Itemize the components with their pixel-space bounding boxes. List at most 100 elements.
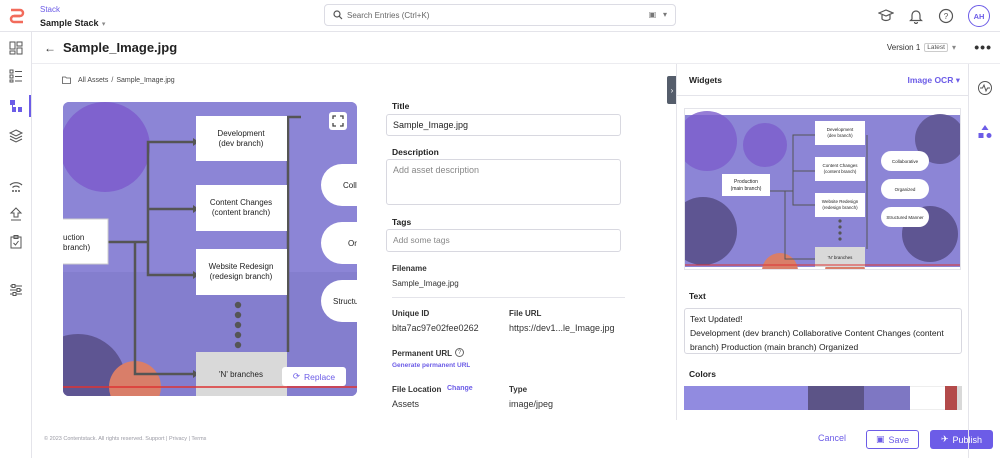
color-palette (684, 386, 962, 410)
ocr-node-development-1: Development (827, 127, 854, 132)
type-value: image/jpeg (509, 399, 554, 409)
uid-label: Unique ID (392, 309, 430, 318)
node-development-2: (dev branch) (219, 139, 264, 148)
wifi-icon[interactable] (8, 178, 24, 194)
avatar[interactable]: AH (968, 5, 990, 27)
filename-value: Sample_Image.jpg (392, 279, 459, 288)
learning-icon[interactable] (878, 8, 894, 24)
node-collab: Coll (343, 181, 357, 190)
layers-icon[interactable] (8, 128, 24, 144)
node-structured: Structu (333, 297, 357, 306)
refresh-icon: ⟳ (292, 371, 300, 381)
chevron-down-icon: ▾ (951, 43, 956, 52)
latest-badge: Latest (924, 43, 948, 52)
save-button[interactable]: ▣ Save (866, 430, 919, 449)
stack-label: Stack (40, 5, 61, 14)
chevron-down-icon[interactable]: ▾ (663, 10, 667, 19)
ocr-node-production-1: Production (734, 179, 758, 185)
stack-selector[interactable]: Stack Sample Stack ▾ (40, 4, 105, 31)
generate-permanent-url-link[interactable]: Generate permanent URL (392, 362, 470, 369)
breadcrumb-root[interactable]: All Assets (78, 77, 108, 84)
help-circle-icon[interactable]: ? (455, 348, 464, 357)
color-swatch[interactable] (945, 386, 957, 410)
footer-text: © 2023 Contentstack. All rights reserved… (44, 436, 207, 442)
ocr-text-line2: Development (dev branch) Collaborative C… (690, 328, 944, 352)
ocr-node-nbranches: 'N' branches (828, 255, 853, 260)
search-input[interactable]: Search Entries (Ctrl+K) ▣ ▾ (324, 4, 676, 26)
asset-header: ← Sample_Image.jpg Version 1 Latest ▾ ••… (32, 32, 1000, 64)
ocr-node-production-2: (main branch) (731, 186, 762, 192)
chevron-right-icon: › (670, 85, 674, 95)
logo-icon[interactable] (8, 6, 26, 26)
dashboard-icon[interactable] (8, 40, 24, 56)
color-swatch[interactable] (910, 386, 945, 410)
change-location-link[interactable]: Change (447, 385, 473, 392)
title-field[interactable]: Sample_Image.jpg (386, 114, 621, 136)
title-label: Title (392, 101, 410, 111)
version-selector[interactable]: Version 1 Latest ▾ (887, 43, 956, 52)
active-indicator (29, 95, 31, 117)
version-label: Version 1 (886, 43, 921, 52)
right-rail (968, 64, 1000, 458)
calendar-icon[interactable]: ▣ (649, 10, 657, 19)
list-icon[interactable] (8, 68, 24, 84)
ocr-node-content-1: Content Changes (822, 163, 858, 168)
expand-icon[interactable] (329, 112, 347, 130)
ocr-node-organized: Organized (895, 187, 916, 192)
ocr-node-website-1: Website Redesign (822, 199, 859, 204)
tags-label: Tags (392, 217, 412, 227)
ocr-node-development-2: (dev branch) (827, 133, 853, 138)
ocr-node-website-2: (redesign branch) (822, 205, 858, 210)
cancel-button[interactable]: Cancel (818, 433, 846, 443)
save-icon: ▣ (875, 434, 885, 444)
color-swatch[interactable] (684, 386, 808, 410)
description-placeholder: Add asset description (393, 165, 480, 175)
ocr-node-structured: Structured Manner (886, 215, 924, 220)
node-content-1: Content Changes (210, 198, 272, 207)
stack-name: Sample Stack (40, 18, 99, 28)
bell-icon[interactable] (908, 8, 924, 24)
node-organized: Or (348, 239, 357, 248)
ocr-image-preview: Production (main branch) Development (de… (684, 108, 961, 270)
type-label: Type (509, 385, 528, 394)
uid-value: blta7ac97e02fee0262 (392, 323, 479, 333)
shapes-icon[interactable] (977, 124, 993, 140)
fileurl-value[interactable]: https://dev1...le_Image.jpg (509, 323, 622, 333)
divider (392, 297, 625, 298)
back-arrow-icon[interactable]: ← (44, 41, 56, 55)
colors-section-label: Colors (689, 369, 716, 379)
ocr-node-content-2: (content branch) (824, 169, 857, 174)
image-preview: uction branch) Development (dev branch) … (63, 102, 357, 396)
color-swatch[interactable] (864, 386, 910, 410)
upload-icon[interactable] (8, 206, 24, 222)
node-production-2: branch) (63, 243, 90, 252)
file-location-value: Assets (392, 399, 420, 409)
node-content-2: (content branch) (212, 208, 271, 217)
widgets-panel: Widgets Image OCR ▾ Production (main bra… (676, 64, 968, 420)
chevron-down-icon: ▾ (955, 75, 960, 85)
page-title: Sample_Image.jpg (63, 40, 178, 55)
ocr-text-field[interactable]: Text Updated! Development (dev branch) C… (684, 308, 962, 354)
widget-selector[interactable]: Image OCR ▾ (908, 75, 960, 86)
color-swatch[interactable] (957, 386, 962, 410)
activity-icon[interactable] (977, 80, 993, 96)
clipboard-icon[interactable] (8, 234, 24, 250)
color-swatch[interactable] (808, 386, 864, 410)
help-icon[interactable]: ? (938, 8, 954, 24)
search-icon (333, 10, 343, 20)
description-label: Description (392, 147, 439, 157)
description-field[interactable]: Add asset description (386, 159, 621, 205)
tags-field[interactable]: Add some tags (386, 229, 621, 252)
search-placeholder: Search Entries (Ctrl+K) (347, 11, 430, 20)
more-icon[interactable]: ••• (974, 39, 992, 55)
filename-label: Filename (392, 264, 427, 273)
publish-icon: ✈ (940, 434, 949, 444)
node-development-1: Development (217, 129, 265, 138)
svg-text:?: ? (944, 12, 949, 21)
breadcrumb: All Assets / Sample_Image.jpg (62, 76, 175, 84)
left-nav (0, 32, 32, 458)
node-nbranches: 'N' branches (219, 370, 263, 379)
replace-button[interactable]: ⟳ Replace (282, 367, 346, 386)
content-icon[interactable] (8, 98, 24, 114)
settings-sliders-icon[interactable] (8, 282, 24, 298)
